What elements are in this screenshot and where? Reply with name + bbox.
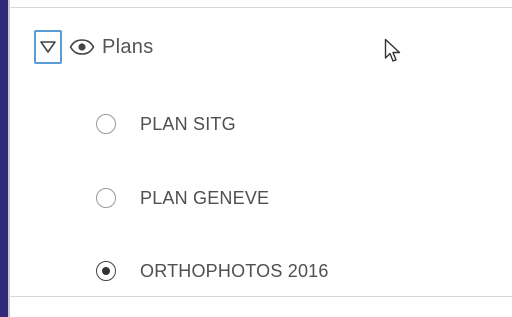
- expand-toggle-button[interactable]: [34, 30, 62, 64]
- radio-button-selected[interactable]: [96, 261, 116, 281]
- panel-left-edge: [0, 0, 8, 317]
- radio-dot: [102, 267, 110, 275]
- layer-item-orthophotos-2016[interactable]: ORTHOPHOTOS 2016: [96, 256, 329, 286]
- visibility-toggle[interactable]: [68, 37, 96, 57]
- triangle-down-icon: [40, 41, 56, 53]
- layer-group-header[interactable]: Plans: [34, 28, 154, 66]
- layer-label: PLAN GENEVE: [140, 187, 270, 208]
- panel-bottom: [10, 297, 512, 317]
- layer-label: ORTHOPHOTOS 2016: [140, 260, 329, 281]
- panel-left-border: [8, 0, 10, 317]
- layer-panel: Plans PLAN SITG PLAN GENEVE ORTHOPHOTOS …: [0, 0, 512, 317]
- radio-button[interactable]: [96, 114, 116, 134]
- layer-label: PLAN SITG: [140, 113, 236, 134]
- mouse-cursor-icon: [384, 38, 401, 62]
- eye-icon: [69, 39, 95, 55]
- layer-item-plan-geneve[interactable]: PLAN GENEVE: [96, 183, 269, 213]
- layer-item-plan-sitg[interactable]: PLAN SITG: [96, 109, 236, 139]
- radio-button[interactable]: [96, 188, 116, 208]
- layer-group-title: Plans: [102, 35, 154, 58]
- top-divider: [10, 7, 512, 8]
